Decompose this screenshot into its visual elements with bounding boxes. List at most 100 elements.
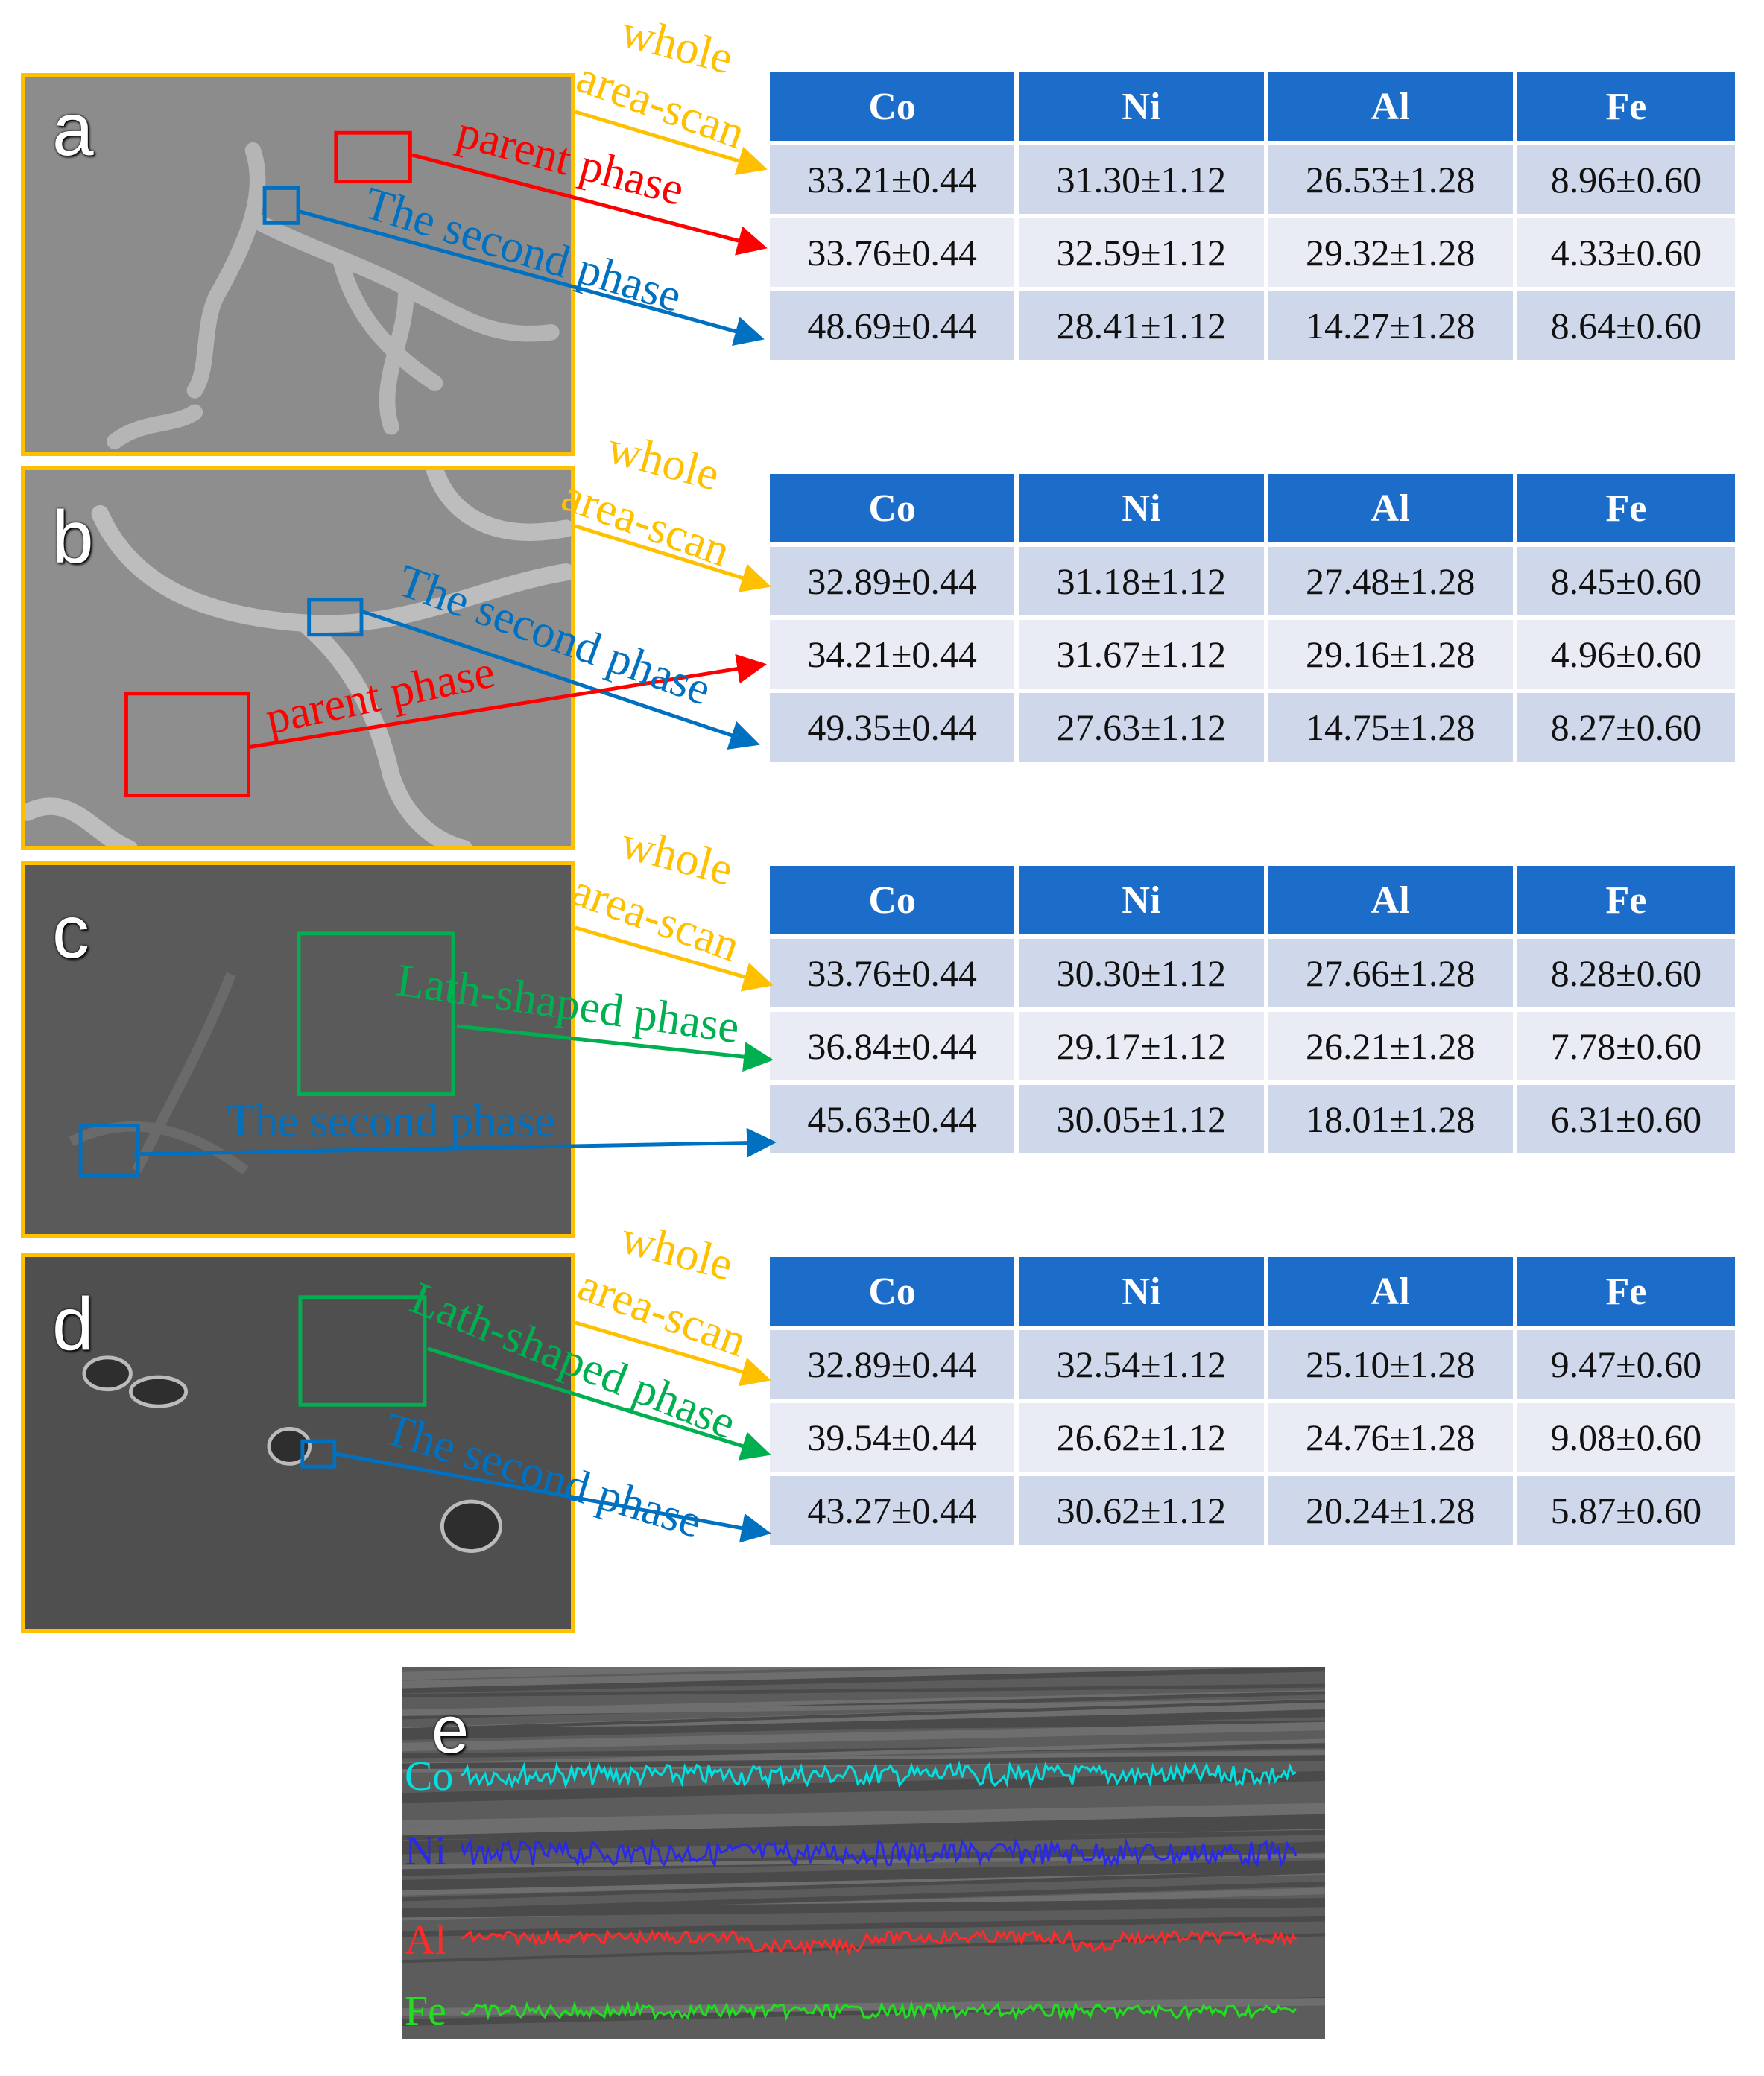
table-cell: 27.66±1.28 xyxy=(1268,939,1513,1007)
composition-table-b: Co Ni Al Fe 32.89±0.44 31.18±1.12 27.48±1.28 8.… xyxy=(765,469,1739,766)
table-cell: 25.10±1.28 xyxy=(1268,1330,1513,1399)
table-cell: 31.18±1.12 xyxy=(1019,547,1264,615)
column-header-co: Co xyxy=(770,1257,1015,1326)
table-cell: 33.76±0.44 xyxy=(770,939,1015,1007)
table-cell: 8.64±0.60 xyxy=(1517,291,1735,360)
whole-label: whole xyxy=(602,423,724,501)
microstructure-a xyxy=(107,130,560,450)
line-scan-image-e: e Co Ni Al Fe xyxy=(402,1667,1325,2039)
table-row: 33.21±0.44 31.30±1.12 26.53±1.28 8.96±0.60 xyxy=(770,145,1735,214)
column-header-co: Co xyxy=(770,474,1015,542)
panel-label-a: a xyxy=(52,88,94,171)
column-header-co: Co xyxy=(770,72,1015,141)
area-scan-label: area-scan xyxy=(555,469,736,577)
table-cell: 26.53±1.28 xyxy=(1268,145,1513,214)
table-cell: 49.35±0.44 xyxy=(770,693,1015,762)
co-trace-label: Co xyxy=(405,1753,454,1800)
area-scan-label: area-scan xyxy=(570,51,751,159)
table-cell: 18.01±1.28 xyxy=(1268,1085,1513,1153)
column-header-ni: Ni xyxy=(1019,1257,1264,1326)
table-row: 32.89±0.44 31.18±1.12 27.48±1.28 8.45±0.60 xyxy=(770,547,1735,615)
whole-scan-arrow xyxy=(575,925,774,992)
whole-label: whole xyxy=(616,817,738,896)
table-row: 32.89±0.44 32.54±1.12 25.10±1.28 9.47±0.60 xyxy=(770,1330,1735,1399)
table-cell: 4.96±0.60 xyxy=(1517,620,1735,689)
table-row: 49.35±0.44 27.63±1.12 14.75±1.28 8.27±0.60 xyxy=(770,693,1735,762)
ni-trace-label: Ni xyxy=(405,1828,446,1874)
table-row: 33.76±0.44 32.59±1.12 29.32±1.28 4.33±0.60 xyxy=(770,218,1735,287)
fe-trace-label: Fe xyxy=(405,1988,446,2034)
column-header-al: Al xyxy=(1268,866,1513,934)
table-cell: 32.59±1.12 xyxy=(1019,218,1264,287)
table-cell: 7.78±0.60 xyxy=(1517,1012,1735,1080)
table-header-row: Co Ni Al Fe xyxy=(770,1257,1735,1326)
table-cell: 31.67±1.12 xyxy=(1019,620,1264,689)
table-row: 36.84±0.44 29.17±1.12 26.21±1.28 7.78±0.60 xyxy=(770,1012,1735,1080)
composition-table-c: Co Ni Al Fe 33.76±0.44 30.30±1.12 27.66±1.28 8.… xyxy=(765,861,1739,1158)
al-trace-label: Al xyxy=(405,1917,446,1963)
table-row: 33.76±0.44 30.30±1.12 27.66±1.28 8.28±0.60 xyxy=(770,939,1735,1007)
whole-scan-arrow xyxy=(575,110,768,176)
table-cell: 34.21±0.44 xyxy=(770,620,1015,689)
column-header-fe: Fe xyxy=(1517,474,1735,542)
sem-image-b: b xyxy=(21,466,575,850)
table-cell: 32.89±0.44 xyxy=(770,547,1015,615)
table-cell: 14.27±1.28 xyxy=(1268,291,1513,360)
table-cell: 28.41±1.12 xyxy=(1019,291,1264,360)
column-header-fe: Fe xyxy=(1517,866,1735,934)
table-cell: 8.96±0.60 xyxy=(1517,145,1735,214)
sem-image-c: c xyxy=(21,861,575,1238)
table-cell: 29.32±1.28 xyxy=(1268,218,1513,287)
column-header-ni: Ni xyxy=(1019,72,1264,141)
surface-streak xyxy=(402,1898,1325,1918)
table-cell: 20.24±1.28 xyxy=(1268,1476,1513,1545)
microstructure-d xyxy=(82,1295,502,1553)
table-cell: 45.63±0.44 xyxy=(770,1085,1015,1153)
parent-phase-box xyxy=(334,130,412,184)
lath-phase-box xyxy=(297,931,455,1096)
table-cell: 5.87±0.60 xyxy=(1517,1476,1735,1545)
table-cell: 39.54±0.44 xyxy=(770,1403,1015,1472)
table-cell: 32.89±0.44 xyxy=(770,1330,1015,1399)
table-cell: 29.16±1.28 xyxy=(1268,620,1513,689)
table-cell: 29.17±1.12 xyxy=(1019,1012,1264,1080)
table-cell: 36.84±0.44 xyxy=(770,1012,1015,1080)
column-header-ni: Ni xyxy=(1019,474,1264,542)
column-header-al: Al xyxy=(1268,474,1513,542)
table-cell: 30.62±1.12 xyxy=(1019,1476,1264,1545)
column-header-ni: Ni xyxy=(1019,866,1264,934)
table-row: 45.63±0.44 30.05±1.12 18.01±1.28 6.31±0.60 xyxy=(770,1085,1735,1153)
parent-phase-box xyxy=(124,692,251,798)
table-row: 39.54±0.44 26.62±1.12 24.76±1.28 9.08±0.60 xyxy=(770,1403,1735,1472)
whole-scan-arrow xyxy=(575,1320,771,1387)
column-header-co: Co xyxy=(770,866,1015,934)
table-cell: 48.69±0.44 xyxy=(770,291,1015,360)
microstructure-b xyxy=(25,470,571,846)
table-cell: 33.76±0.44 xyxy=(770,218,1015,287)
table-row: 48.69±0.44 28.41±1.12 14.27±1.28 8.64±0.60 xyxy=(770,291,1735,360)
table-cell: 30.05±1.12 xyxy=(1019,1085,1264,1153)
table-cell: 26.21±1.28 xyxy=(1268,1012,1513,1080)
table-cell: 32.54±1.12 xyxy=(1019,1330,1264,1399)
table-cell: 31.30±1.12 xyxy=(1019,145,1264,214)
table-cell: 30.30±1.12 xyxy=(1019,939,1264,1007)
column-header-fe: Fe xyxy=(1517,1257,1735,1326)
table-header-row: Co Ni Al Fe xyxy=(770,474,1735,542)
table-cell: 8.45±0.60 xyxy=(1517,547,1735,615)
column-header-fe: Fe xyxy=(1517,72,1735,141)
table-cell: 14.75±1.28 xyxy=(1268,693,1513,762)
table-cell: 27.63±1.12 xyxy=(1019,693,1264,762)
area-scan-label: area-scan xyxy=(572,1259,753,1367)
table-header-row: Co Ni Al Fe xyxy=(770,866,1735,934)
table-cell: 6.31±0.60 xyxy=(1517,1085,1735,1153)
lath-phase-box xyxy=(298,1295,427,1407)
table-cell: 9.08±0.60 xyxy=(1517,1403,1735,1472)
column-header-al: Al xyxy=(1268,1257,1513,1326)
panel-label-c: c xyxy=(52,890,89,974)
column-header-al: Al xyxy=(1268,72,1513,141)
whole-label: whole xyxy=(616,6,738,84)
sem-image-d: d xyxy=(21,1253,575,1633)
table-row: 34.21±0.44 31.67±1.12 29.16±1.28 4.96±0.60 xyxy=(770,620,1735,689)
table-cell: 26.62±1.12 xyxy=(1019,1403,1264,1472)
microstructure-c xyxy=(69,931,455,1178)
